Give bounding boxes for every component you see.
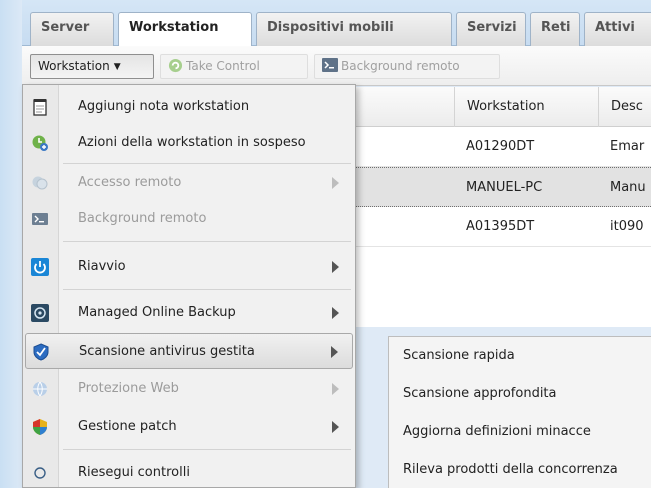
take-control-button[interactable]: Take Control xyxy=(160,54,308,79)
table-row[interactable]: A01290DT Emar xyxy=(354,127,651,167)
caret-down-icon: ▼ xyxy=(113,62,121,72)
submenu-arrow-icon xyxy=(332,177,339,189)
submenu-item-label: Scansione approfondita xyxy=(403,386,557,401)
workstation-context-menu: Aggiungi nota workstation Azioni della w… xyxy=(22,84,356,488)
cell-workstation: A01395DT xyxy=(466,219,535,234)
menu-item-label: Gestione patch xyxy=(78,419,177,434)
submenu-item-rileva-prodotti[interactable]: Rileva prodotti della concorrenza xyxy=(389,451,651,488)
column-header-workstation[interactable]: Workstation xyxy=(454,87,598,127)
menu-item-label: Scansione antivirus gestita xyxy=(79,344,255,359)
submenu-arrow-icon xyxy=(332,307,339,319)
menu-separator xyxy=(63,289,351,290)
submenu-item-label: Rileva prodotti della concorrenza xyxy=(403,462,618,477)
backup-icon xyxy=(31,304,49,322)
cell-desc: Manu xyxy=(610,180,646,195)
web-protection-icon xyxy=(33,381,47,397)
submenu-item-scansione-approfondita[interactable]: Scansione approfondita xyxy=(389,375,651,413)
take-control-icon xyxy=(168,58,183,73)
menu-separator xyxy=(63,241,351,242)
menu-item-label: Background remoto xyxy=(78,211,207,226)
menu-separator xyxy=(63,449,351,450)
submenu-item-scansione-rapida[interactable]: Scansione rapida xyxy=(389,337,651,375)
menu-item-scansione-antivirus[interactable]: Scansione antivirus gestita xyxy=(25,333,353,369)
terminal-icon xyxy=(32,213,48,225)
submenu-arrow-icon xyxy=(332,421,339,433)
circle-icon xyxy=(34,467,46,479)
menu-item-background-remoto[interactable]: Background remoto xyxy=(25,201,353,237)
patch-shield-icon xyxy=(33,419,47,435)
cell-workstation: A01290DT xyxy=(466,139,535,154)
table-row-selected[interactable]: MANUEL-PC Manu xyxy=(354,167,651,207)
menu-item-label: Azioni della workstation in sospeso xyxy=(78,135,306,150)
submenu-arrow-icon xyxy=(331,346,338,358)
shield-icon xyxy=(33,343,49,361)
toolbar: Workstation ▼ Take Control Background rem… xyxy=(22,46,651,86)
menu-item-label: Protezione Web xyxy=(78,381,179,396)
terminal-icon xyxy=(322,58,338,72)
menu-item-managed-online-backup[interactable]: Managed Online Backup xyxy=(25,295,353,331)
remote-access-icon xyxy=(32,176,48,190)
antivirus-submenu: Scansione rapida Scansione approfondita … xyxy=(388,336,651,488)
cell-workstation: MANUEL-PC xyxy=(466,180,543,195)
submenu-arrow-icon xyxy=(332,383,339,395)
tab-attivi[interactable]: Attivi xyxy=(584,12,651,46)
submenu-item-aggiorna-definizioni[interactable]: Aggiorna definizioni minacce xyxy=(389,413,651,451)
cell-desc: Emar xyxy=(610,139,645,154)
tab-dispositivi-mobili[interactable]: Dispositivi mobili xyxy=(256,12,452,46)
workstation-dropdown-label: Workstation xyxy=(38,59,110,73)
background-remoto-button[interactable]: Background remoto xyxy=(314,54,500,79)
grid-header: Workstation Desc xyxy=(354,87,651,127)
tab-bar: Server Workstation Dispositivi mobili Se… xyxy=(22,0,651,47)
column-header-desc[interactable]: Desc xyxy=(598,87,651,127)
menu-item-protezione-web[interactable]: Protezione Web xyxy=(25,371,353,407)
workstation-dropdown-button[interactable]: Workstation ▼ xyxy=(30,54,154,79)
background-remoto-label: Background remoto xyxy=(341,59,460,73)
menu-item-riavvio[interactable]: Riavvio xyxy=(25,249,353,285)
tab-reti[interactable]: Reti xyxy=(530,12,580,46)
power-icon xyxy=(31,258,49,276)
submenu-arrow-icon xyxy=(332,261,339,273)
menu-item-label: Riesegui controlli xyxy=(78,465,190,480)
table-row[interactable]: A01395DT it090 xyxy=(354,207,651,247)
cell-desc: it090 xyxy=(610,219,644,234)
menu-item-riesegui-controlli[interactable]: Riesegui controlli xyxy=(25,455,353,488)
pending-actions-icon xyxy=(32,135,48,151)
menu-item-label: Managed Online Backup xyxy=(78,305,236,320)
window-edge xyxy=(0,0,22,488)
tab-server[interactable]: Server xyxy=(30,12,114,46)
menu-item-aggiungi-nota[interactable]: Aggiungi nota workstation xyxy=(25,89,353,125)
take-control-label: Take Control xyxy=(186,59,260,73)
submenu-item-label: Aggiorna definizioni minacce xyxy=(403,424,591,439)
menu-item-gestione-patch[interactable]: Gestione patch xyxy=(25,409,353,445)
workstation-grid: Workstation Desc A01290DT Emar MANUEL-PC… xyxy=(354,87,651,327)
notepad-icon xyxy=(33,99,47,116)
menu-item-label: Aggiungi nota workstation xyxy=(78,99,250,114)
menu-item-label: Riavvio xyxy=(78,259,126,274)
menu-item-label: Accesso remoto xyxy=(78,175,182,190)
menu-item-accesso-remoto[interactable]: Accesso remoto xyxy=(25,165,353,201)
tab-workstation[interactable]: Workstation xyxy=(118,12,252,47)
menu-item-azioni-in-sospeso[interactable]: Azioni della workstation in sospeso xyxy=(25,125,353,161)
submenu-item-label: Scansione rapida xyxy=(403,348,515,363)
tab-servizi[interactable]: Servizi xyxy=(456,12,526,46)
menu-separator xyxy=(63,163,351,164)
